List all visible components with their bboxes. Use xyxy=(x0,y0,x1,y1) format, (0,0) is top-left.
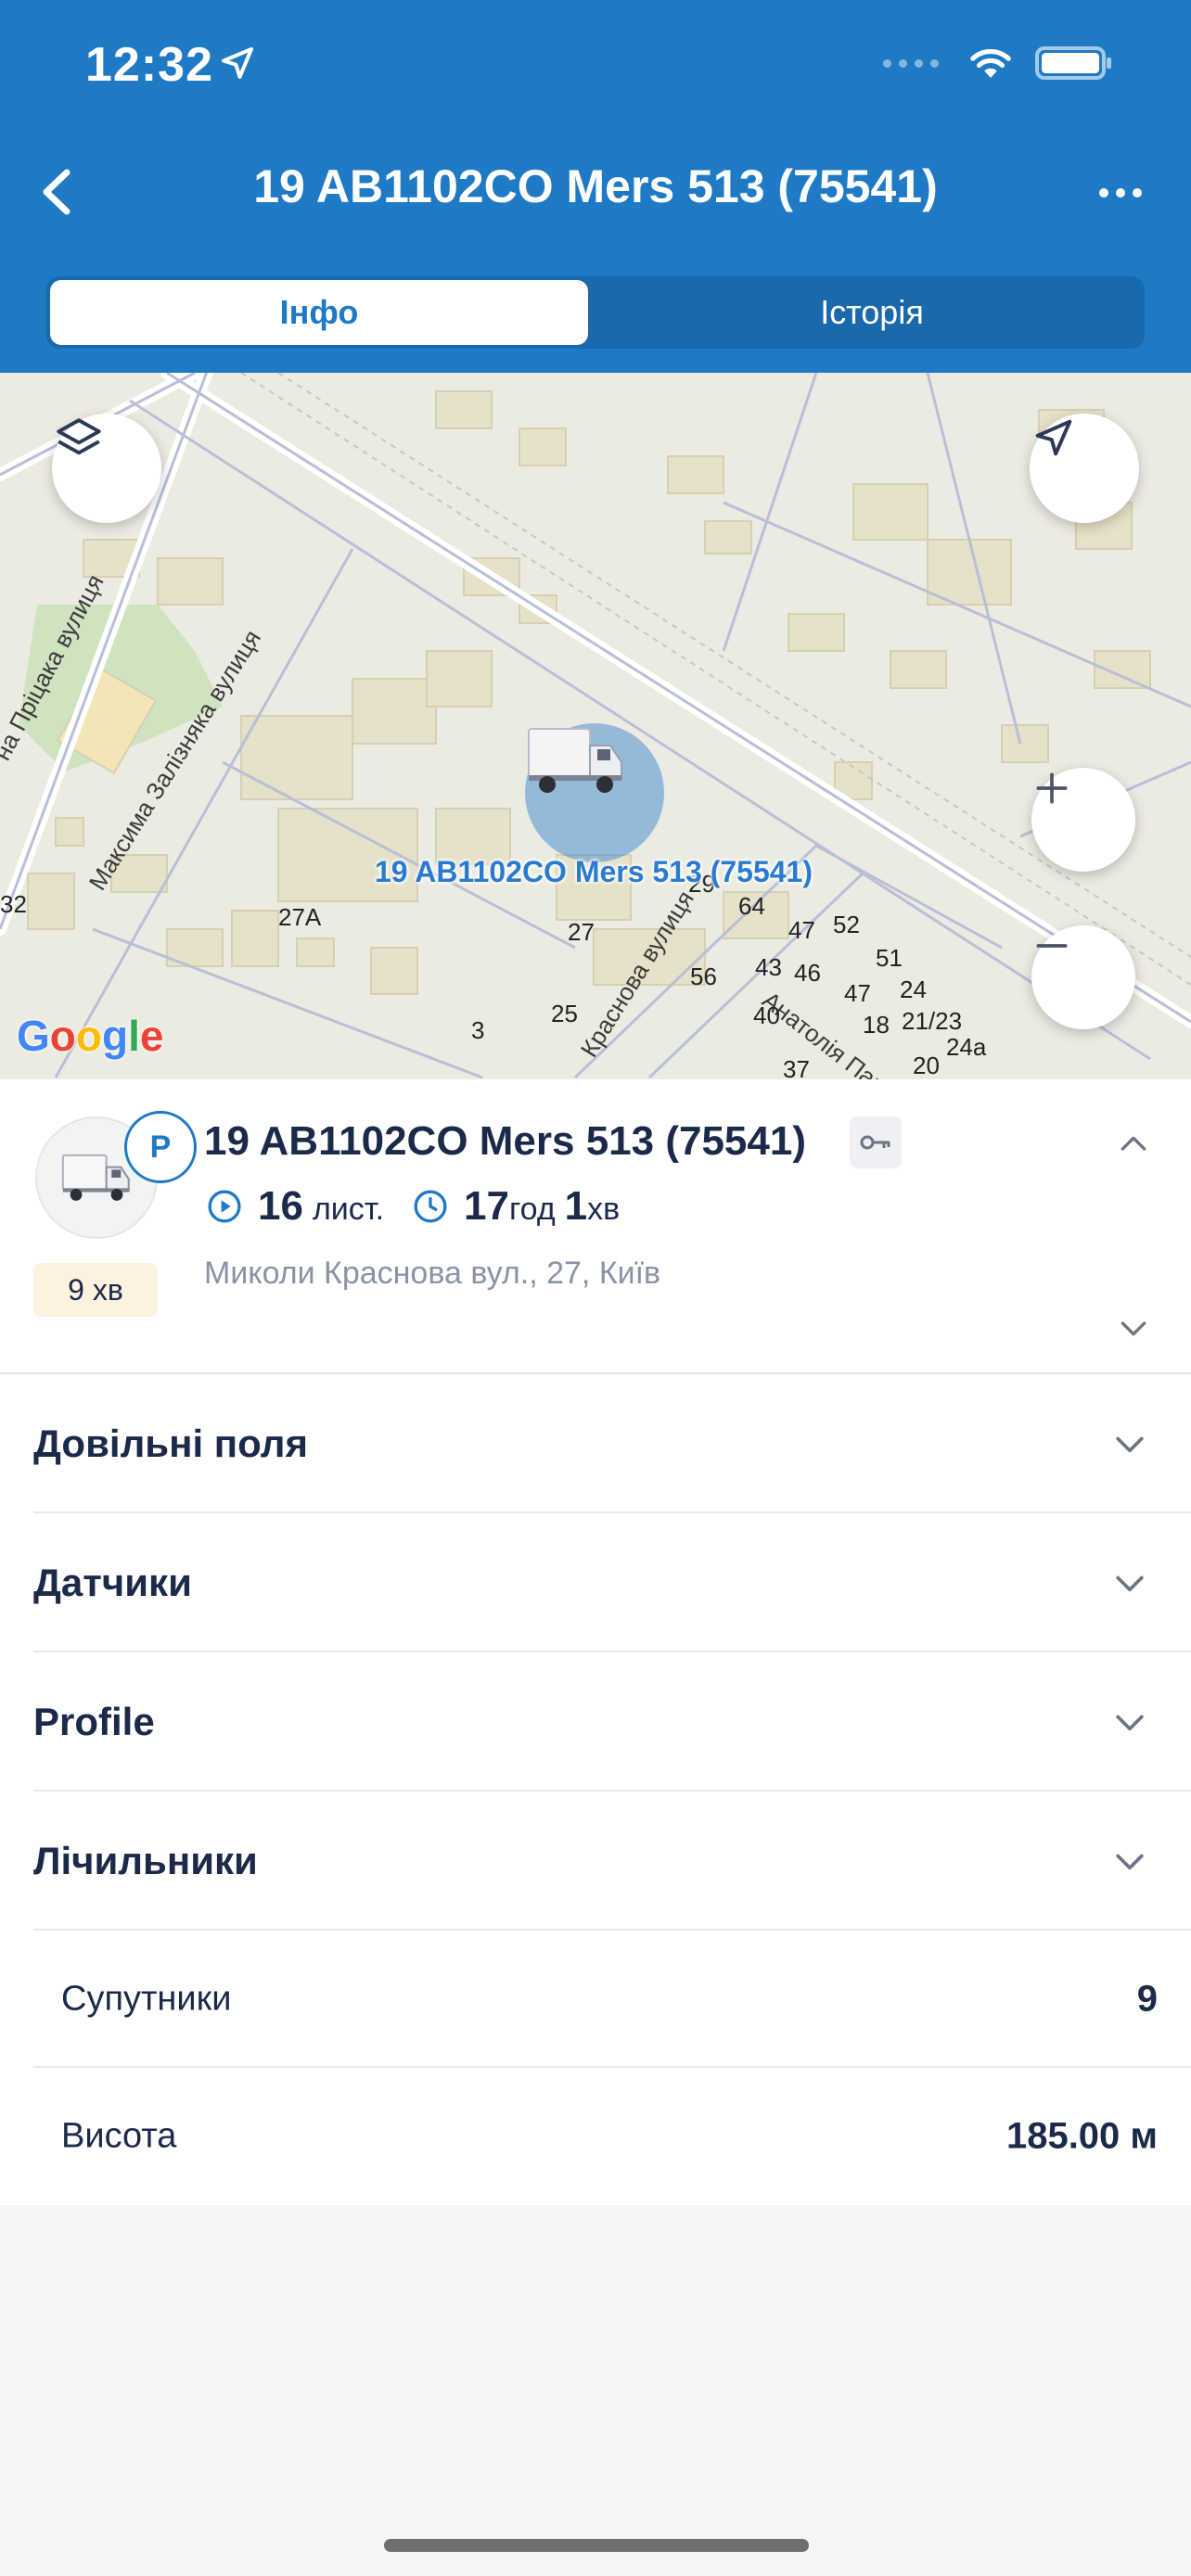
battery-icon xyxy=(1035,46,1111,80)
section-sensors[interactable]: Датчики xyxy=(0,1513,1191,1652)
navigation-arrow-icon xyxy=(1035,419,1072,456)
page-title: 19 AB1102CO Mers 513 (75541) xyxy=(253,160,938,212)
trips-unit: лист. xyxy=(312,1192,385,1227)
unit-address: Миколи Краснова вул., 27, Київ xyxy=(204,1256,661,1291)
svg-text:37: 37 xyxy=(783,1055,810,1079)
svg-text:40: 40 xyxy=(753,1001,780,1029)
section-title: Profile xyxy=(33,1700,155,1743)
svg-text:56: 56 xyxy=(690,963,717,990)
unit-card[interactable]: P 9 хв 19 AB1102CO Mers 513 (75541) 16 л… xyxy=(0,1079,1191,1374)
svg-text:27: 27 xyxy=(568,918,595,946)
section-title: Датчики xyxy=(33,1561,192,1604)
svg-text:20: 20 xyxy=(913,1052,940,1079)
zoom-out-button[interactable] xyxy=(1031,925,1135,1029)
play-circle-icon xyxy=(208,1190,241,1223)
duration-stat: 17 год 1 хв xyxy=(464,1183,620,1230)
trips-value: 16 xyxy=(258,1183,303,1229)
counter-row-altitude: Висота 185.00 м xyxy=(0,2068,1191,2205)
zoom-in-button[interactable] xyxy=(1031,768,1135,872)
chevron-down-icon xyxy=(1116,1715,1144,1731)
counter-value: 185.00 м xyxy=(1005,2115,1158,2157)
duration-hours-unit: год xyxy=(509,1192,556,1227)
unit-name: 19 AB1102CO Mers 513 (75541) xyxy=(204,1118,806,1164)
svg-text:32: 32 xyxy=(0,890,27,918)
counter-value: 9 xyxy=(1136,1978,1158,2020)
last-update-badge: 9 хв xyxy=(33,1263,158,1317)
svg-text:64: 64 xyxy=(738,892,765,920)
duration-minutes: 1 xyxy=(564,1183,588,1229)
section-title: Довільні поля xyxy=(33,1422,308,1465)
counter-label: Висота xyxy=(61,2116,177,2156)
segmented-control: Інфо Історія xyxy=(46,276,1145,349)
svg-text:25: 25 xyxy=(551,1000,578,1027)
tab-info[interactable]: Інфо xyxy=(50,280,588,345)
cellular-signal-icon xyxy=(883,58,939,68)
location-arrow-icon xyxy=(222,47,253,79)
svg-text:18: 18 xyxy=(863,1011,890,1039)
svg-text:52: 52 xyxy=(833,911,860,938)
section-profile[interactable]: Profile xyxy=(0,1652,1191,1792)
status-time: 12:32 xyxy=(85,38,213,92)
counter-label: Супутники xyxy=(61,1979,232,2019)
trips-stat: 16 лист. xyxy=(258,1183,384,1230)
minus-icon xyxy=(1036,944,1068,948)
vehicle-marker[interactable] xyxy=(525,723,664,862)
expand-card-button[interactable] xyxy=(1115,1309,1152,1346)
collapse-card-button[interactable] xyxy=(1115,1126,1152,1163)
chevron-down-icon xyxy=(1116,1575,1144,1592)
wifi-icon xyxy=(970,48,1011,78)
svg-text:21/23: 21/23 xyxy=(902,1007,962,1035)
section-custom-fields[interactable]: Довільні поля xyxy=(0,1374,1191,1513)
status-indicators xyxy=(883,45,1113,82)
chevron-down-icon xyxy=(1116,1436,1144,1453)
unit-stats: 16 лист. 17 год 1 хв xyxy=(206,1183,620,1230)
parking-badge: P xyxy=(124,1111,197,1183)
svg-text:51: 51 xyxy=(876,944,903,972)
tab-history[interactable]: Історія xyxy=(603,280,1141,345)
truck-icon xyxy=(61,1154,130,1201)
google-logo: Google xyxy=(17,1012,164,1060)
svg-text:43: 43 xyxy=(755,953,782,981)
plus-icon xyxy=(1036,772,1068,804)
counter-row-satellites: Супутники 9 xyxy=(0,1931,1191,2068)
key-icon xyxy=(850,1116,902,1168)
truck-icon xyxy=(528,728,622,793)
svg-text:46: 46 xyxy=(794,959,821,987)
duration-minutes-unit: хв xyxy=(587,1192,621,1227)
layers-icon xyxy=(57,418,101,455)
chevron-down-icon xyxy=(1116,1854,1144,1870)
section-title: Лічильники xyxy=(33,1839,258,1882)
svg-text:24a: 24a xyxy=(946,1033,987,1061)
duration-hours: 17 xyxy=(464,1183,509,1229)
svg-text:27A: 27A xyxy=(278,903,322,931)
svg-text:3: 3 xyxy=(471,1016,484,1044)
clock-icon xyxy=(414,1190,447,1223)
section-counters[interactable]: Лічильники xyxy=(0,1792,1191,1931)
home-indicator xyxy=(384,2539,809,2552)
vehicle-marker-label: 19 AB1102CO Mers 513 (75541) xyxy=(375,855,813,888)
svg-text:47: 47 xyxy=(788,916,815,944)
more-options-button[interactable] xyxy=(1095,174,1146,211)
svg-text:47: 47 xyxy=(844,979,871,1007)
svg-text:24: 24 xyxy=(900,976,927,1003)
map-layers-button[interactable] xyxy=(52,414,161,523)
my-location-button[interactable] xyxy=(1030,414,1139,523)
map-view[interactable]: Максима Залізняка вулиця на Пріцака вули… xyxy=(0,373,1191,1079)
app-header: 12:32 19 AB1102CO Mers 513 (75541) Інфо … xyxy=(0,0,1191,373)
